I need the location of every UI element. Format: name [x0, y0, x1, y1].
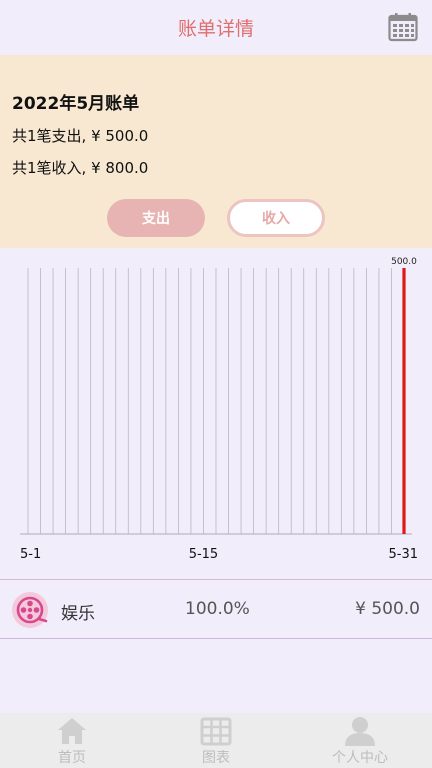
tab-home[interactable]: 首页: [0, 713, 144, 768]
x-tick-label: 5-1: [20, 547, 41, 562]
category-percent: 100.0%: [185, 599, 250, 619]
tab-profile-label: 个人中心: [332, 750, 388, 766]
tab-chart-label: 图表: [202, 750, 230, 766]
calendar-icon[interactable]: [388, 12, 418, 42]
bar-5-31: [402, 268, 406, 534]
tab-chart[interactable]: 图表: [144, 713, 288, 768]
tab-profile[interactable]: 个人中心: [288, 713, 432, 768]
bottom-tab-bar: 首页 图表 个人中心: [0, 713, 432, 768]
tab-home-label: 首页: [58, 750, 86, 766]
data-label: 500.0: [391, 257, 417, 267]
home-icon: [58, 718, 86, 744]
top-header: 账单详情: [0, 0, 432, 55]
category-amount: ¥ 500.0: [355, 599, 420, 619]
page-title: 账单详情: [177, 18, 254, 40]
bill-month-title: 2022年5月账单: [12, 94, 140, 114]
bill-summary-panel: 2022年5月账单 共1笔支出, ¥ 500.0 共1笔收入, ¥ 800.0 …: [0, 55, 432, 248]
category-name: 娱乐: [61, 604, 95, 624]
user-icon: [345, 717, 375, 746]
grid-chart-icon: [200, 717, 232, 746]
expense-total: 共1笔支出, ¥ 500.0: [12, 127, 149, 145]
x-tick-label: 5-31: [388, 547, 418, 562]
expense-toggle-button[interactable]: 支出: [107, 199, 205, 237]
category-row[interactable]: 娱乐 100.0% ¥ 500.0: [0, 579, 432, 639]
x-tick-label: 5-15: [189, 547, 219, 562]
income-toggle-button[interactable]: 收入: [227, 199, 325, 237]
film-reel-icon: [12, 592, 48, 628]
income-total: 共1笔收入, ¥ 800.0: [12, 159, 149, 177]
daily-expense-chart: 500.0 5-1 5-15 5-31: [20, 257, 418, 562]
